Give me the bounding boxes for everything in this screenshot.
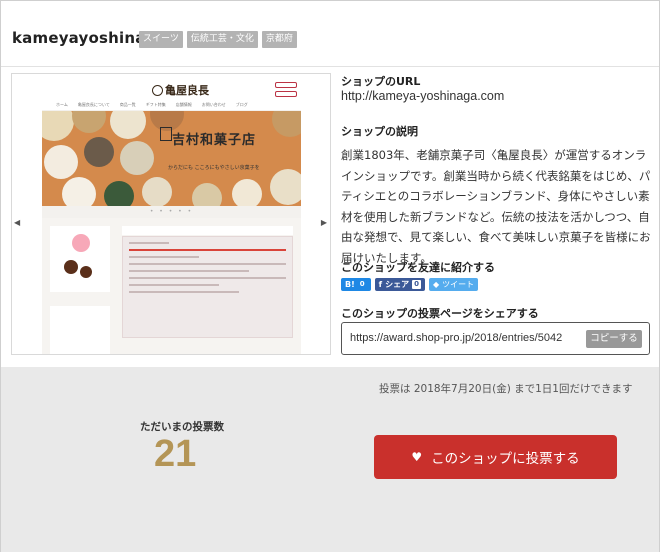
cookie-image bbox=[72, 111, 106, 133]
shop-url-link[interactable]: http://kameya-yoshinaga.com bbox=[341, 89, 504, 103]
cookie-image bbox=[110, 111, 146, 139]
url-label: ショップのURL bbox=[341, 75, 421, 88]
preview-logo-text: 亀屋良長 bbox=[165, 84, 209, 97]
preview-flower-image bbox=[72, 234, 90, 252]
facebook-count: 0 bbox=[412, 280, 421, 289]
cookie-image bbox=[62, 177, 96, 206]
cookie-image bbox=[44, 145, 78, 179]
preview-notice bbox=[122, 236, 293, 338]
tag-list: スイーツ 伝統工芸・文化 京都府 bbox=[139, 31, 297, 48]
preview-logo: 亀屋良長 bbox=[152, 82, 209, 98]
shop-header: kameyayoshinaga スイーツ 伝統工芸・文化 京都府 bbox=[1, 1, 659, 67]
preview-nav-item: ホーム bbox=[56, 102, 68, 107]
vote-url-field[interactable]: https://award.shop-pro.jp/2018/entries/5… bbox=[341, 322, 650, 355]
shop-info: ショップのURL http://kameya-yoshinaga.com ショッ… bbox=[341, 73, 653, 355]
preview-nav-item: ブログ bbox=[235, 102, 248, 107]
preview-nav-item: お問い合わせ bbox=[201, 102, 226, 107]
copy-button[interactable]: コピーする bbox=[586, 330, 642, 348]
cookie-image bbox=[120, 141, 154, 175]
tag-sweets[interactable]: スイーツ bbox=[139, 31, 183, 48]
hatena-count: 0 bbox=[359, 280, 365, 288]
preview-product-card bbox=[50, 226, 110, 292]
preview-hero-hex-icon bbox=[160, 127, 172, 141]
preview-notice-header bbox=[122, 226, 293, 235]
vote-button-label: このショップに投票する bbox=[431, 451, 580, 467]
vote-url-text[interactable]: https://award.shop-pro.jp/2018/entries/5… bbox=[350, 332, 562, 344]
preview-choc-image bbox=[80, 266, 92, 278]
preview-nav-item: 店舗情報 bbox=[175, 102, 192, 107]
facebook-share-button[interactable]: f シェア 0 bbox=[374, 278, 425, 291]
preview-hero-title: 吉村和菓子店 bbox=[172, 133, 257, 148]
preview-site: 亀屋良長 ホーム 亀屋良長について 商品一覧 ギフト特集 店舗情報 お問い合わせ… bbox=[42, 74, 301, 354]
shop-page: kameyayoshinaga スイーツ 伝統工芸・文化 京都府 ◀ ▶ 亀屋良… bbox=[0, 0, 660, 552]
vote-deadline: 投票は 2018年7月20日(金) まで1日1回だけできます bbox=[379, 383, 633, 395]
heart-icon: ♥ bbox=[411, 450, 423, 464]
preview-logo-mark-icon bbox=[152, 85, 163, 96]
preview-nav-item: 亀屋良長について bbox=[77, 102, 110, 107]
social-buttons: B! 0 f シェア 0 ◆ ツイート bbox=[341, 278, 479, 291]
share-label: このショップを友達に紹介する bbox=[341, 261, 495, 274]
shop-description: 創業1803年、老舗京菓子司〈亀屋良長〉が運営するオンラインショップです。創業当… bbox=[341, 148, 651, 265]
tweet-button[interactable]: ◆ ツイート bbox=[428, 278, 479, 291]
vote-section: 投票は 2018年7月20日(金) まで1日1回だけできます ただいまの投票数 … bbox=[1, 367, 659, 552]
facebook-icon: f bbox=[378, 280, 383, 289]
shop-preview-image[interactable]: ◀ ▶ 亀屋良長 ホーム 亀屋良長について 商品一覧 ギフト特集 店舗情報 お問… bbox=[11, 73, 331, 355]
preview-hero-card: 吉村和菓子店 からだにも こころにもやさしい京菓子を bbox=[160, 121, 284, 195]
prev-arrow-icon[interactable]: ◀ bbox=[14, 218, 20, 227]
preview-hero-sub: からだにも こころにもやさしい京菓子を bbox=[168, 165, 260, 171]
preview-lower bbox=[42, 218, 301, 354]
facebook-share-label: シェア bbox=[385, 280, 410, 289]
preview-choc-image bbox=[64, 260, 78, 274]
cookie-image bbox=[42, 111, 74, 141]
vote-share-label: このショップの投票ページをシェアする bbox=[341, 307, 539, 320]
tweet-label: ツイート bbox=[442, 280, 475, 289]
cookie-image bbox=[84, 137, 114, 167]
hatena-bookmark-button[interactable]: B! 0 bbox=[341, 278, 371, 291]
twitter-icon: ◆ bbox=[432, 280, 440, 289]
vote-button[interactable]: ♥ このショップに投票する bbox=[374, 435, 617, 479]
desc-label: ショップの説明 bbox=[341, 125, 418, 138]
preview-carousel-dots: • • • • • bbox=[149, 208, 194, 215]
preview-hero: 吉村和菓子店 からだにも こころにもやさしい京菓子を bbox=[42, 111, 301, 206]
preview-nav: ホーム 亀屋良長について 商品一覧 ギフト特集 店舗情報 お問い合わせ ブログ bbox=[42, 100, 301, 110]
tag-craft[interactable]: 伝統工芸・文化 bbox=[186, 31, 258, 48]
preview-side-panel bbox=[50, 306, 110, 354]
vote-count-label: ただいまの投票数 bbox=[140, 421, 224, 433]
next-arrow-icon[interactable]: ▶ bbox=[321, 218, 327, 227]
preview-nav-item: ギフト特集 bbox=[145, 102, 166, 107]
tag-kyoto[interactable]: 京都府 bbox=[261, 31, 297, 48]
hatena-icon: B! bbox=[345, 280, 355, 289]
cookie-image bbox=[104, 181, 134, 206]
preview-nav-item: 商品一覧 bbox=[119, 102, 136, 107]
vote-count: 21 bbox=[154, 433, 197, 475]
